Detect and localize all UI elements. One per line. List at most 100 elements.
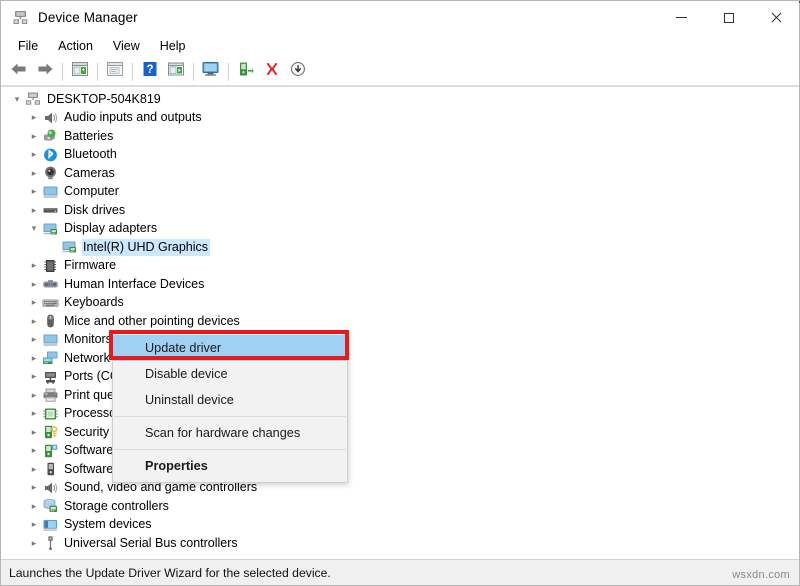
tree-item-firmware[interactable]: ▸ Firmware bbox=[1, 257, 799, 276]
computer-root-icon bbox=[25, 91, 42, 107]
tree-item-label: Disk drives bbox=[64, 202, 126, 217]
camera-icon bbox=[42, 165, 59, 181]
tree-item-label: Intel(R) UHD Graphics bbox=[82, 238, 211, 256]
tree-item-system-devices[interactable]: ▸ System devices bbox=[1, 516, 799, 535]
tree-item-label: Cameras bbox=[64, 165, 115, 180]
update-driver-button[interactable] bbox=[163, 60, 189, 84]
chevron-right-icon[interactable]: ▸ bbox=[26, 275, 42, 293]
menu-view[interactable]: View bbox=[104, 36, 149, 57]
chevron-right-icon[interactable]: ▸ bbox=[26, 405, 42, 423]
chevron-right-icon[interactable]: ▸ bbox=[26, 294, 42, 312]
context-menu-item-scan-for-hardware-changes[interactable]: Scan for hardware changes bbox=[113, 420, 347, 446]
tree-item-bluetooth[interactable]: ▸ Bluetooth bbox=[1, 146, 799, 165]
chevron-right-icon[interactable]: ▸ bbox=[26, 146, 42, 164]
security-device-icon bbox=[42, 424, 59, 440]
chevron-right-icon[interactable]: ▸ bbox=[26, 201, 42, 219]
chevron-down-icon[interactable]: ▾ bbox=[26, 220, 42, 238]
maximize-button[interactable] bbox=[705, 1, 752, 34]
disable-device-icon bbox=[289, 61, 307, 82]
chevron-right-icon[interactable]: ▸ bbox=[26, 349, 42, 367]
tree-item-label: Batteries bbox=[64, 128, 114, 143]
tree-item-audio-inputs-and-outputs[interactable]: ▸ Audio inputs and outputs bbox=[1, 109, 799, 128]
menu-help[interactable]: Help bbox=[151, 36, 195, 57]
storage-controller-icon bbox=[42, 498, 59, 514]
device-tree-pane[interactable]: ▾ DESKTOP-504K819 ▸ Audio inputs and out… bbox=[1, 86, 799, 559]
tree-item-label: System devices bbox=[64, 517, 152, 532]
tree-item-label: Monitors bbox=[64, 332, 112, 347]
tree-item-intel-uhd-graphics[interactable]: Intel(R) UHD Graphics bbox=[1, 238, 799, 257]
enable-device-icon bbox=[237, 61, 255, 82]
device-tree: ▾ DESKTOP-504K819 ▸ Audio inputs and out… bbox=[1, 90, 799, 553]
chevron-right-icon[interactable]: ▸ bbox=[26, 183, 42, 201]
close-button[interactable] bbox=[752, 1, 799, 34]
tree-item-label: Computer bbox=[64, 184, 119, 199]
chevron-right-icon[interactable]: ▸ bbox=[26, 127, 42, 145]
context-menu-item-update-driver[interactable]: Update driver bbox=[113, 335, 347, 361]
uninstall-device-icon bbox=[263, 61, 281, 82]
chevron-right-icon[interactable]: ▸ bbox=[26, 442, 42, 460]
chevron-right-icon[interactable]: ▸ bbox=[26, 164, 42, 182]
tree-item-label: Keyboards bbox=[64, 295, 124, 310]
chevron-right-icon[interactable]: ▸ bbox=[26, 109, 42, 127]
disable-device-button[interactable] bbox=[285, 60, 311, 84]
chevron-right-icon[interactable]: ▸ bbox=[26, 516, 42, 534]
menu-file[interactable]: File bbox=[9, 36, 47, 57]
tree-item-keyboards[interactable]: ▸ Keyboards bbox=[1, 294, 799, 313]
mouse-icon bbox=[42, 313, 59, 329]
context-menu-item-disable-device[interactable]: Disable device bbox=[113, 361, 347, 387]
forward-button[interactable] bbox=[32, 60, 58, 84]
scan-for-hardware-changes-icon bbox=[201, 61, 221, 82]
tree-item-human-interface-devices[interactable]: ▸ Human Interface Devices bbox=[1, 275, 799, 294]
tree-item-label: Bluetooth bbox=[64, 147, 117, 162]
update-driver-icon bbox=[167, 61, 185, 82]
context-menu-item-uninstall-device[interactable]: Uninstall device bbox=[113, 387, 347, 413]
tree-item-mice-and-other-pointing-devices[interactable]: ▸ Mice and other pointing devices bbox=[1, 312, 799, 331]
chevron-right-icon[interactable]: ▸ bbox=[26, 368, 42, 386]
context-menu-separator bbox=[114, 449, 346, 450]
context-menu-item-properties[interactable]: Properties bbox=[113, 453, 347, 479]
keyboard-icon bbox=[42, 295, 59, 311]
uninstall-device-button[interactable] bbox=[259, 60, 285, 84]
enable-device-button[interactable] bbox=[233, 60, 259, 84]
chevron-right-icon[interactable]: ▸ bbox=[26, 479, 42, 497]
tree-item-computer[interactable]: ▸ Computer bbox=[1, 183, 799, 202]
back-button[interactable] bbox=[6, 60, 32, 84]
tree-item-cameras[interactable]: ▸ Cameras bbox=[1, 164, 799, 183]
chevron-right-icon[interactable]: ▸ bbox=[26, 331, 42, 349]
chevron-right-icon[interactable]: ▸ bbox=[26, 460, 42, 478]
titlebar: Device Manager bbox=[1, 1, 799, 35]
minimize-button[interactable] bbox=[658, 1, 705, 34]
statusbar: Launches the Update Driver Wizard for th… bbox=[1, 559, 799, 585]
tree-item-batteries[interactable]: ▸ Batteries bbox=[1, 127, 799, 146]
chevron-right-icon[interactable]: ▸ bbox=[26, 497, 42, 515]
show-hide-console-tree-icon bbox=[71, 61, 89, 82]
forward-icon bbox=[36, 61, 54, 82]
monitor-icon bbox=[42, 184, 59, 200]
scan-for-hardware-changes-button[interactable] bbox=[198, 60, 224, 84]
tree-item-disk-drives[interactable]: ▸ Disk drives bbox=[1, 201, 799, 220]
tree-item-label: Human Interface Devices bbox=[64, 276, 205, 291]
properties-button[interactable] bbox=[102, 60, 128, 84]
chevron-right-icon[interactable]: ▸ bbox=[26, 312, 42, 330]
tree-item-universal-serial-bus-controllers[interactable]: ▸ Universal Serial Bus controllers bbox=[1, 534, 799, 553]
show-hide-console-tree-button[interactable] bbox=[67, 60, 93, 84]
toolbar-separator bbox=[193, 62, 194, 81]
firmware-icon bbox=[42, 258, 59, 274]
tree-item-display-adapters[interactable]: ▾ Display adapters bbox=[1, 220, 799, 239]
menu-action[interactable]: Action bbox=[49, 36, 102, 57]
menubar: File Action View Help bbox=[1, 35, 799, 58]
chevron-down-icon[interactable]: ▾ bbox=[9, 90, 25, 108]
software-component-icon bbox=[42, 443, 59, 459]
chevron-right-icon[interactable]: ▸ bbox=[26, 423, 42, 441]
toolbar-separator bbox=[228, 62, 229, 81]
tree-item-storage-controllers[interactable]: ▸ Storage controllers bbox=[1, 497, 799, 516]
context-menu-item-label: Scan for hardware changes bbox=[145, 426, 301, 440]
chevron-right-icon[interactable]: ▸ bbox=[26, 257, 42, 275]
monitor-icon bbox=[42, 332, 59, 348]
chevron-right-icon[interactable]: ▸ bbox=[26, 386, 42, 404]
tree-root-item[interactable]: ▾ DESKTOP-504K819 bbox=[1, 90, 799, 109]
device-context-menu[interactable]: Update driver Disable device Uninstall d… bbox=[112, 332, 348, 483]
help-button[interactable]: ? bbox=[137, 60, 163, 84]
display-adapter-icon bbox=[42, 221, 59, 237]
chevron-right-icon[interactable]: ▸ bbox=[26, 534, 42, 552]
